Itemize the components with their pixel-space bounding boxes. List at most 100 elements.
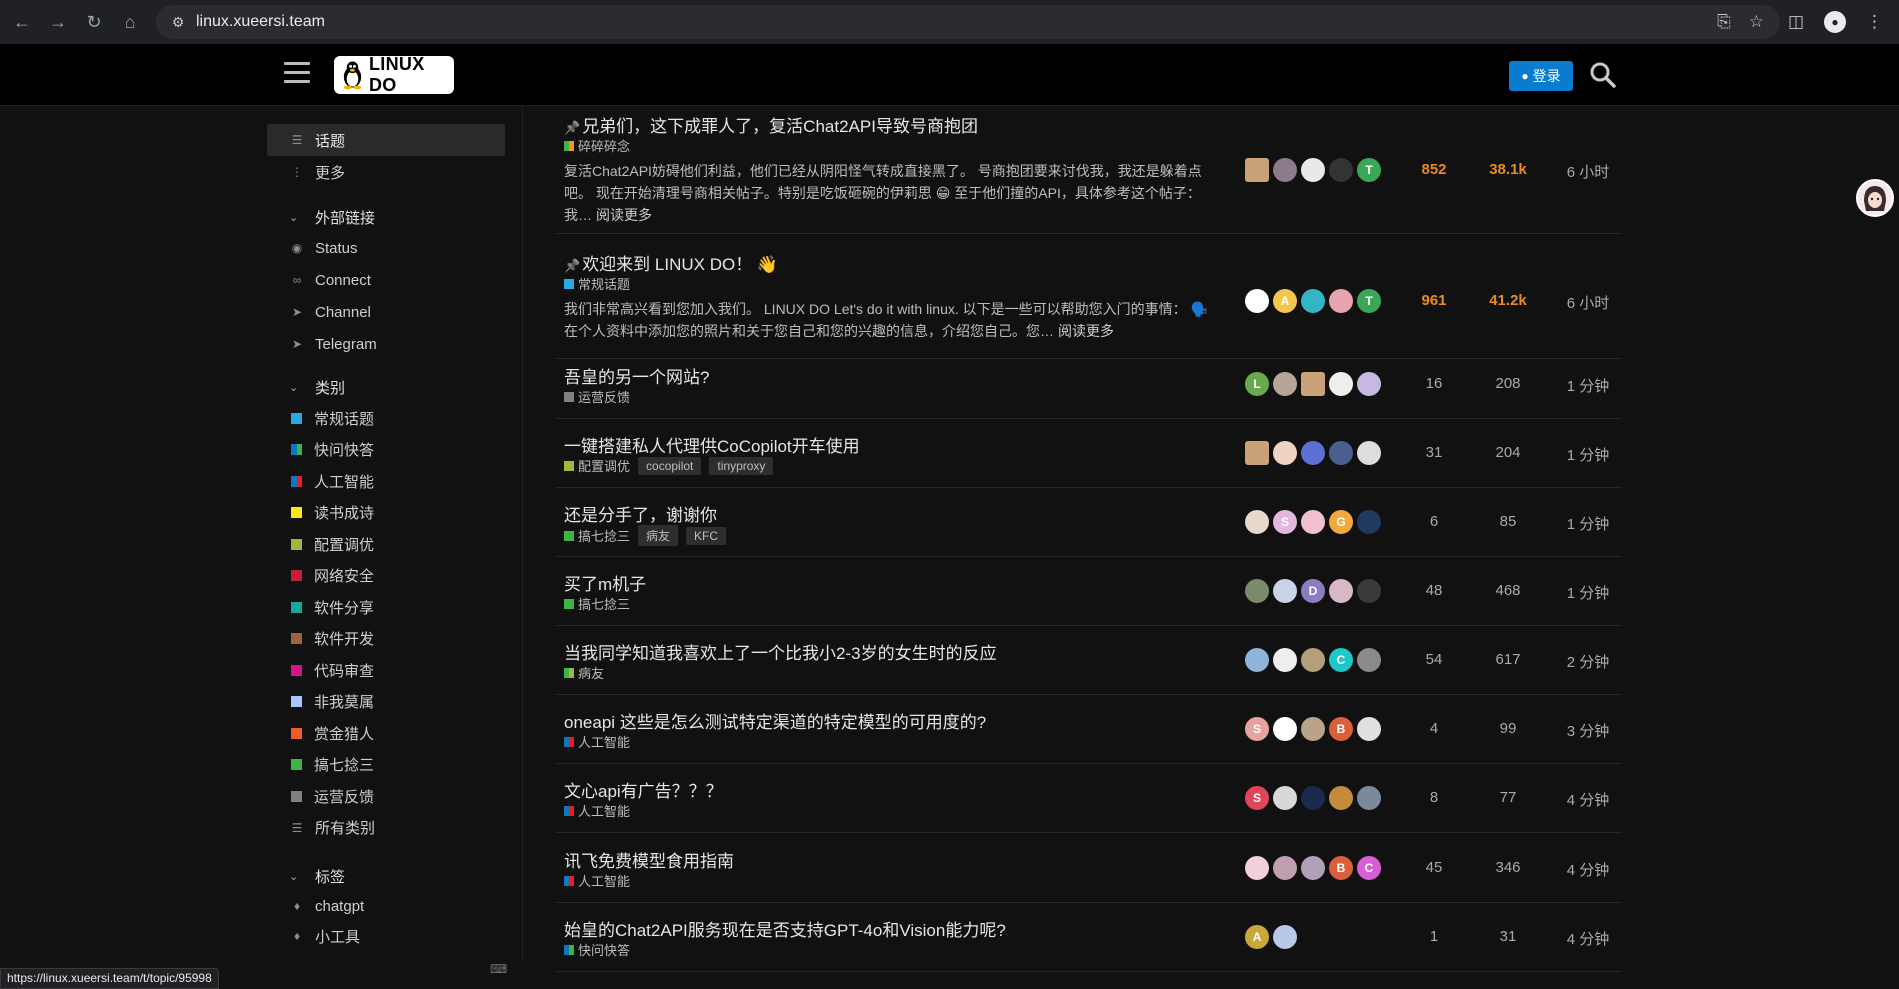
poster-avatar[interactable]: [1301, 510, 1325, 534]
topic-title-text[interactable]: 当我同学知道我喜欢上了一个比我小2-3岁的女生时的反应: [564, 644, 997, 663]
poster-avatar[interactable]: [1357, 717, 1381, 741]
poster-avatar[interactable]: [1245, 579, 1269, 603]
sidebar-item-category[interactable]: 搞七捻三: [267, 749, 505, 781]
topic-category[interactable]: 配置调优 cocopilot tinyproxy: [564, 456, 774, 475]
poster-avatar[interactable]: [1273, 786, 1297, 810]
topic-tag[interactable]: cocopilot: [638, 456, 702, 475]
sidebar-item-category[interactable]: 运营反馈: [267, 780, 505, 812]
hamburger-menu-icon[interactable]: [284, 62, 310, 86]
sidebar-item-tag-chatgpt[interactable]: ♦ chatgpt: [267, 890, 505, 922]
sidebar-item-category[interactable]: 软件分享: [267, 591, 505, 623]
poster-avatar[interactable]: [1273, 441, 1297, 465]
topic-category[interactable]: 碎碎碎念: [564, 136, 630, 155]
topic-title-text[interactable]: 文心api有广告？？？: [564, 782, 723, 801]
poster-avatar[interactable]: [1245, 158, 1269, 182]
poster-avatar[interactable]: [1273, 158, 1297, 182]
login-button[interactable]: ● 登录: [1509, 61, 1573, 91]
topic-category[interactable]: 常规话题: [564, 274, 630, 293]
browser-menu-icon[interactable]: ⋮: [1866, 12, 1883, 32]
sidebar-item-category[interactable]: 配置调优: [267, 528, 505, 560]
section-header-tags[interactable]: ⌄ 标签: [267, 861, 505, 891]
site-logo[interactable]: LINUX DO: [334, 54, 454, 95]
bookmark-star-icon[interactable]: ☆: [1749, 12, 1764, 32]
sidebar-item-category[interactable]: 赏金猎人: [267, 717, 505, 749]
sidebar-item-category[interactable]: 网络安全: [267, 560, 505, 592]
poster-avatar[interactable]: [1245, 648, 1269, 672]
activity-time[interactable]: 4 分钟: [1552, 928, 1624, 949]
reload-icon[interactable]: ↻: [78, 6, 110, 38]
poster-avatar[interactable]: T: [1357, 158, 1381, 182]
topic-title-text[interactable]: 始皇的Chat2API服务现在是否支持GPT-4o和Vision能力呢?: [564, 921, 1006, 940]
topic-title[interactable]: 吾皇的另一个网站?: [564, 363, 709, 388]
topic-category[interactable]: 人工智能: [564, 732, 630, 751]
topic-tag[interactable]: tinyproxy: [709, 456, 774, 475]
topic-tag[interactable]: KFC: [686, 526, 727, 545]
poster-avatar[interactable]: [1301, 372, 1325, 396]
activity-time[interactable]: 1 分钟: [1552, 375, 1624, 396]
activity-time[interactable]: 6 小时: [1552, 292, 1624, 313]
install-app-icon[interactable]: ⎘: [1717, 12, 1731, 32]
topic-title[interactable]: 📌 欢迎来到 LINUX DO！ 👋: [564, 250, 778, 275]
poster-avatar[interactable]: [1245, 510, 1269, 534]
poster-avatar[interactable]: [1245, 856, 1269, 880]
topic-row[interactable]: 讯飞免费模型食用指南 人工智能 B C 45 346 4 分钟: [556, 833, 1622, 903]
poster-avatar[interactable]: L: [1245, 372, 1269, 396]
profile-avatar-icon[interactable]: ●: [1824, 11, 1846, 33]
site-settings-icon[interactable]: ⚙: [164, 14, 192, 31]
poster-avatar[interactable]: [1273, 717, 1297, 741]
poster-avatar[interactable]: G: [1329, 510, 1353, 534]
poster-avatar[interactable]: [1273, 579, 1297, 603]
sidebar-item-status[interactable]: ◉ Status: [267, 232, 505, 264]
topic-row[interactable]: 一键搭建私人代理供CoCopilot开车使用 配置调优 cocopilot tinyp…: [556, 418, 1622, 488]
topic-title-text[interactable]: 一键搭建私人代理供CoCopilot开车使用: [564, 437, 860, 456]
poster-avatar[interactable]: D: [1301, 579, 1325, 603]
poster-avatar[interactable]: A: [1245, 925, 1269, 949]
poster-avatar[interactable]: B: [1329, 717, 1353, 741]
poster-avatar[interactable]: [1329, 579, 1353, 603]
keyboard-shortcuts-icon[interactable]: ⌨: [490, 962, 507, 976]
topic-row[interactable]: 当我同学知道我喜欢上了一个比我小2-3岁的女生时的反应 病友 C 54 617 2 分钟: [556, 625, 1622, 695]
sidebar-item-category[interactable]: 代码审查: [267, 654, 505, 686]
topic-title[interactable]: 还是分手了，谢谢你: [564, 501, 717, 526]
poster-avatar[interactable]: C: [1329, 648, 1353, 672]
sidebar-item-connect[interactable]: ∞ Connect: [267, 264, 505, 296]
poster-avatar[interactable]: A: [1273, 289, 1297, 313]
topic-title[interactable]: 📌 兄弟们，这下成罪人了，复活Chat2API导致号商抱团: [564, 112, 978, 137]
topic-category[interactable]: 人工智能: [564, 871, 630, 890]
address-url[interactable]: linux.xueersi.team: [196, 13, 325, 31]
activity-time[interactable]: 2 分钟: [1552, 651, 1624, 672]
poster-avatar[interactable]: [1357, 579, 1381, 603]
topic-title[interactable]: 当我同学知道我喜欢上了一个比我小2-3岁的女生时的反应: [564, 639, 997, 664]
sidebar-item-channel[interactable]: ➤ Channel: [267, 296, 505, 328]
poster-avatar[interactable]: [1273, 925, 1297, 949]
search-icon[interactable]: [1589, 61, 1617, 89]
poster-avatar[interactable]: S: [1245, 786, 1269, 810]
poster-avatar[interactable]: [1273, 372, 1297, 396]
topic-category[interactable]: 人工智能: [564, 801, 630, 820]
poster-avatar[interactable]: [1329, 786, 1353, 810]
poster-avatar[interactable]: [1301, 648, 1325, 672]
sidebar-item-category[interactable]: 非我莫属: [267, 686, 505, 718]
topic-title-text[interactable]: 欢迎来到 LINUX DO！ 👋: [582, 255, 778, 274]
topic-category[interactable]: 搞七捻三 病友 KFC: [564, 525, 727, 546]
extensions-icon[interactable]: ◫: [1788, 12, 1804, 32]
poster-avatar[interactable]: [1329, 441, 1353, 465]
forward-icon[interactable]: →: [42, 6, 74, 38]
topic-row[interactable]: oneapi 这些是怎么测试特定渠道的特定模型的可用度的? 人工智能 S B 4 99 3 …: [556, 694, 1622, 764]
poster-avatar[interactable]: [1245, 289, 1269, 313]
read-more-link[interactable]: 阅读更多: [596, 207, 652, 223]
topic-row[interactable]: 📌 兄弟们，这下成罪人了，复活Chat2API导致号商抱团 碎碎碎念 复活Chat2A…: [556, 106, 1622, 234]
topic-title[interactable]: 讯飞免费模型食用指南: [564, 847, 734, 872]
sidebar-item-telegram[interactable]: ➤ Telegram: [267, 328, 505, 360]
topic-title[interactable]: 文心api有广告？？？: [564, 777, 723, 802]
topic-title-text[interactable]: 讯飞免费模型食用指南: [564, 852, 734, 871]
sidebar-item-tag-tools[interactable]: ♦ 小工具: [267, 920, 505, 952]
topic-category[interactable]: 搞七捻三: [564, 594, 630, 613]
topic-title-text[interactable]: 吾皇的另一个网站?: [564, 368, 709, 387]
activity-time[interactable]: 1 分钟: [1552, 582, 1624, 603]
topic-row[interactable]: 始皇的Chat2API服务现在是否支持GPT-4o和Vision能力呢? 快问快答…: [556, 902, 1622, 972]
activity-time[interactable]: 4 分钟: [1552, 789, 1624, 810]
floating-user-avatar[interactable]: [1856, 179, 1894, 217]
topic-tag[interactable]: 病友: [638, 525, 679, 546]
poster-avatar[interactable]: [1301, 856, 1325, 880]
